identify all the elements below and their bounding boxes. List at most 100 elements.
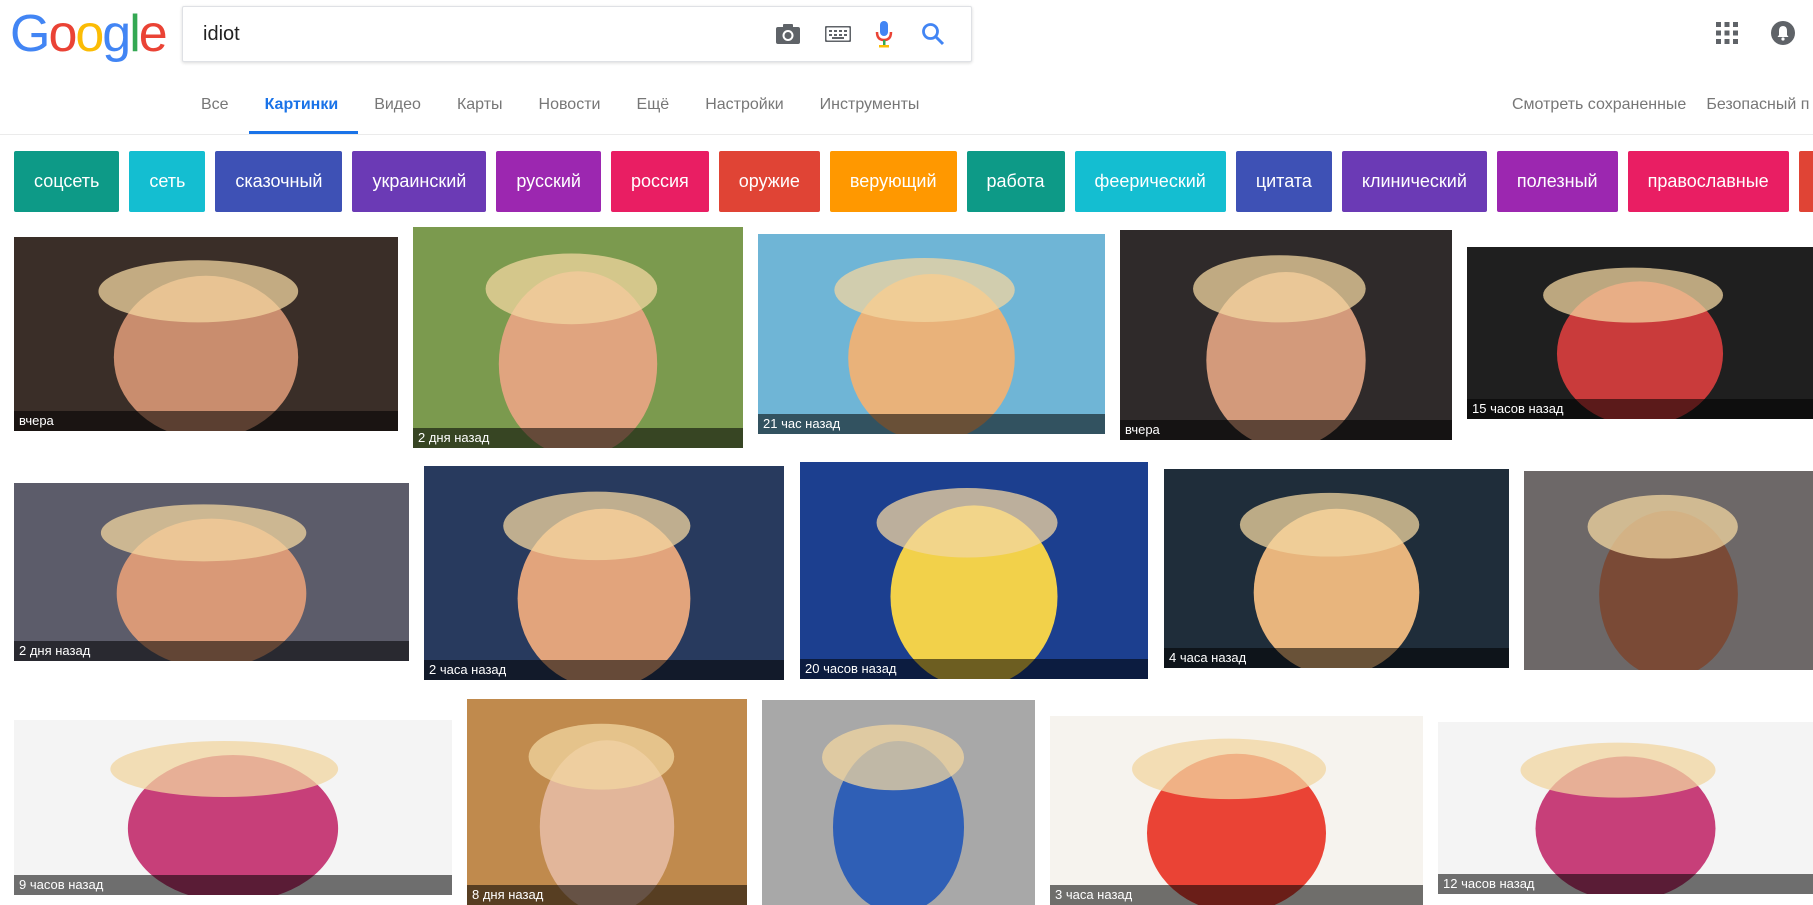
chip-9[interactable]: феерический [1074, 151, 1226, 212]
thumbnail-shape [1587, 494, 1738, 559]
keyboard-icon[interactable] [823, 19, 853, 49]
thumbnail-shape [100, 504, 307, 562]
image-result[interactable]: 2 часа назад [424, 466, 784, 680]
thumbnail-shape [110, 741, 339, 797]
image-thumbnail [1193, 255, 1366, 440]
image-result[interactable]: 3 часа назад [1050, 716, 1423, 905]
thumbnail-shape [822, 724, 965, 791]
image-result[interactable] [1524, 471, 1813, 670]
chip-6[interactable]: оружие [718, 151, 820, 212]
tab-0[interactable]: Все [185, 82, 249, 134]
image-timestamp: 21 час назад [758, 414, 1105, 434]
image-timestamp: вчера [14, 411, 398, 431]
image-thumbnail [485, 253, 658, 448]
image-results-grid: вчера 2 дня назад 21 час назад вчера 15 часо… [0, 222, 1813, 905]
tab-3[interactable]: Карты [441, 82, 523, 134]
tab-2[interactable]: Видео [358, 82, 441, 134]
image-result[interactable]: вчера [1120, 230, 1452, 440]
image-timestamp: 20 часов назад [800, 659, 1148, 679]
image-result[interactable]: 20 часов назад [800, 462, 1148, 679]
search-icon[interactable] [918, 19, 948, 49]
chip-0[interactable]: соцсеть [14, 151, 120, 212]
search-box [182, 6, 972, 62]
image-thumbnail [1587, 494, 1738, 670]
google-logo[interactable]: Google [10, 5, 168, 63]
chip-7[interactable]: верующий [829, 151, 957, 212]
image-timestamp: вчера [1120, 420, 1452, 440]
chip-8[interactable]: работа [966, 151, 1065, 212]
chip-3[interactable]: украинский [352, 151, 487, 212]
image-thumbnail [822, 724, 965, 905]
logo-letter: o [48, 5, 77, 63]
safe-search-link[interactable]: Безопасный п [1706, 96, 1809, 114]
image-thumbnail [110, 741, 339, 895]
thumbnail-shape [876, 488, 1058, 558]
image-timestamp: 9 часов назад [14, 875, 452, 895]
image-result[interactable]: 8 дня назад [467, 699, 747, 905]
logo-letter: l [129, 5, 140, 63]
header: Google idiot Все Картинки Видео Карты Но… [0, 0, 1813, 135]
microphone-icon[interactable] [869, 19, 899, 49]
image-thumbnail [834, 258, 1015, 434]
image-result[interactable]: 9 часов назад [14, 720, 452, 895]
thumbnail-shape [1520, 742, 1716, 798]
chip-12[interactable]: полезный [1496, 151, 1618, 212]
thumbnail-shape [98, 260, 299, 323]
header-right-links: Смотреть сохраненные Безопасный п [1512, 96, 1809, 114]
chip-14[interactable]: пол [1798, 151, 1813, 212]
notifications-icon[interactable] [1770, 20, 1796, 46]
image-timestamp: 12 часов назад [1438, 874, 1813, 894]
chip-2[interactable]: сказочный [215, 151, 343, 212]
image-thumbnail [1239, 492, 1420, 668]
search-tabs: Все Картинки Видео Карты Новости Ещё Настройки… [185, 82, 939, 134]
tab-6[interactable]: Настройки [689, 82, 803, 134]
logo-letter: o [75, 5, 104, 63]
image-timestamp: 2 дня назад [14, 641, 409, 661]
image-result[interactable]: 4 часа назад [1164, 469, 1509, 668]
chip-4[interactable]: русский [496, 151, 601, 212]
thumbnail-shape [834, 258, 1015, 322]
logo-letter: e [138, 5, 168, 63]
thumbnail-shape [1132, 738, 1327, 800]
thumbnail-shape [1239, 492, 1420, 557]
image-result[interactable]: 21 час назад [758, 234, 1105, 434]
thumbnail-shape [1543, 267, 1724, 323]
image-thumbnail [1132, 738, 1327, 905]
tab-1[interactable]: Картинки [248, 82, 359, 134]
chip-10[interactable]: цитата [1235, 151, 1332, 212]
image-result[interactable]: 12 часов назад [1438, 722, 1813, 894]
image-timestamp: 8 дня назад [467, 885, 747, 905]
image-result[interactable]: 15 часов назад [1467, 247, 1813, 419]
image-thumbnail [876, 488, 1058, 679]
image-result[interactable]: вчера [14, 237, 398, 431]
image-thumbnail [528, 723, 675, 905]
image-result[interactable] [762, 700, 1035, 905]
chip-13[interactable]: православные [1627, 151, 1789, 212]
camera-icon[interactable] [773, 19, 803, 49]
logo-letter: G [10, 5, 50, 63]
image-timestamp: 2 часа назад [424, 660, 784, 680]
thumbnail-shape [503, 491, 691, 561]
chip-11[interactable]: клинический [1341, 151, 1487, 212]
image-thumbnail [1543, 267, 1724, 419]
thumbnail-shape [485, 253, 658, 325]
thumbnail-shape [1193, 255, 1366, 323]
image-result[interactable]: 2 дня назад [14, 483, 409, 661]
image-thumbnail [98, 260, 299, 431]
image-result[interactable]: 2 дня назад [413, 227, 743, 448]
search-input[interactable] [201, 21, 765, 47]
tab-5[interactable]: Ещё [620, 82, 689, 134]
saved-link[interactable]: Смотреть сохраненные [1512, 96, 1686, 114]
related-searches-chips: соцсеть сеть сказочный украинский русский рос… [14, 151, 1813, 213]
image-thumbnail [100, 504, 307, 661]
image-timestamp: 2 дня назад [413, 428, 743, 448]
apps-grid-icon[interactable] [1714, 20, 1740, 46]
image-timestamp: 4 часа назад [1164, 648, 1509, 668]
thumbnail-shape [528, 723, 675, 790]
tab-4[interactable]: Новости [523, 82, 621, 134]
tab-7[interactable]: Инструменты [804, 82, 940, 134]
image-timestamp: 15 часов назад [1467, 399, 1813, 419]
image-thumbnail [1520, 742, 1716, 894]
chip-1[interactable]: сеть [129, 151, 206, 212]
chip-5[interactable]: россия [610, 151, 709, 212]
